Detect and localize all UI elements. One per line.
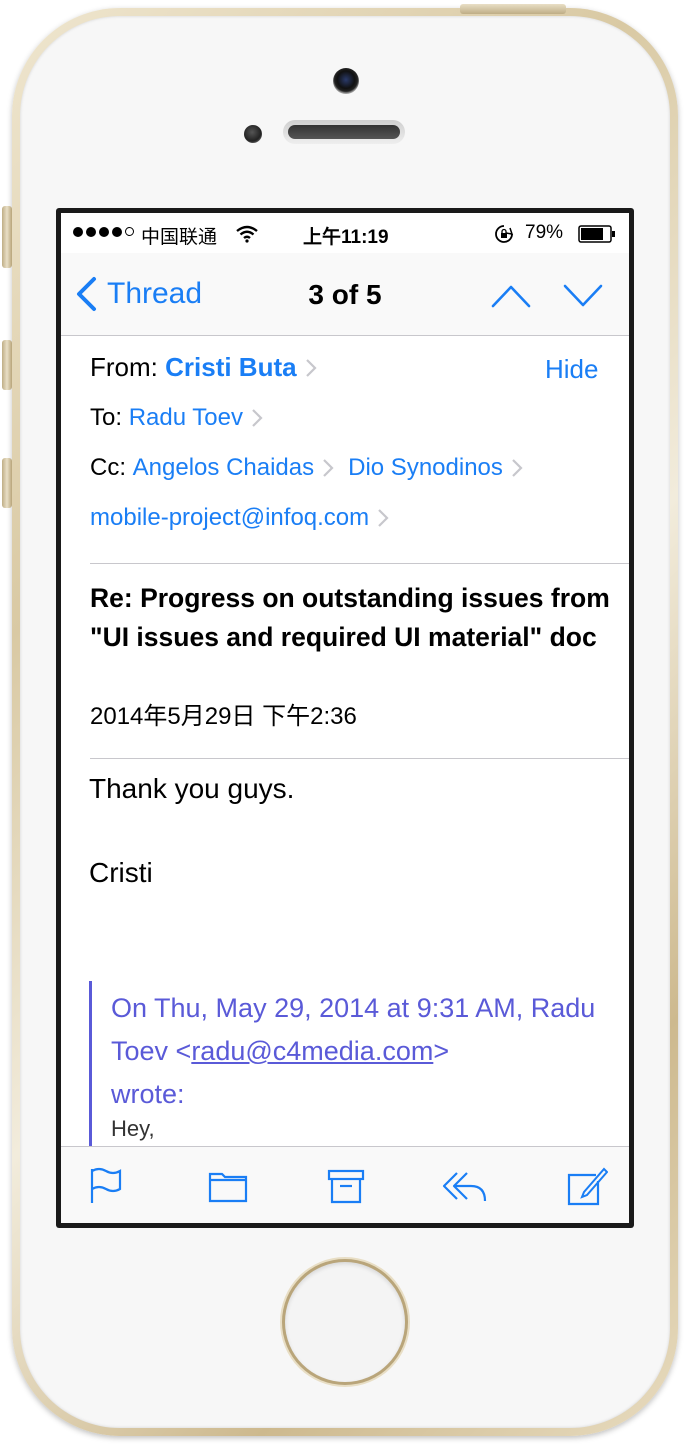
to-row: To: Radu Toev — [90, 404, 277, 432]
to-label: To: — [90, 404, 123, 431]
status-time: 上午11:19 — [303, 227, 389, 248]
cc-name: mobile-project@infoq.com — [90, 504, 370, 531]
volume-down-button — [2, 458, 12, 508]
carrier-name: 中国联通 — [141, 227, 218, 248]
hide-details-link[interactable]: Hide — [545, 354, 598, 385]
body-line: Cristi — [89, 857, 153, 888]
message-date: 2014年5月29日 下午2:36 — [90, 703, 357, 730]
power-button — [460, 4, 566, 14]
from-label: From: — [90, 352, 158, 382]
navigation-bar: Thread 3 of 5 — [61, 253, 629, 336]
volume-up-button — [2, 340, 12, 390]
front-camera — [333, 68, 359, 94]
screen-bezel: 中国联通 上午11:19 79% Thread 3 of 5 From: Cri… — [56, 208, 634, 1228]
header-divider — [90, 563, 629, 564]
cc-address[interactable]: Dio Synodinos — [348, 454, 537, 482]
from-address[interactable]: Cristi Buta — [165, 352, 330, 383]
quote-after-email: > — [433, 1036, 450, 1066]
battery-icon — [578, 225, 615, 243]
proximity-sensor — [244, 125, 262, 143]
cc-name: Dio Synodinos — [348, 454, 503, 481]
chevron-right-icon — [378, 509, 389, 527]
signal-strength-icon — [73, 227, 134, 237]
compose-icon[interactable] — [566, 1165, 608, 1207]
quoted-message: On Thu, May 29, 2014 at 9:31 AM, Radu To… — [89, 981, 609, 1146]
home-button[interactable] — [285, 1262, 405, 1382]
previous-message-button[interactable] — [491, 283, 531, 309]
cc-row-2: mobile-project@infoq.com — [90, 504, 403, 532]
mute-switch — [2, 206, 12, 268]
from-name: Cristi Buta — [165, 352, 297, 382]
quote-wrote: wrote: — [111, 1079, 185, 1109]
cc-name: Angelos Chaidas — [132, 454, 315, 481]
archive-icon[interactable] — [325, 1165, 367, 1207]
message-subject: Re: Progress on outstanding issues from … — [90, 583, 610, 652]
reply-icon[interactable] — [441, 1165, 489, 1207]
battery-percent: 79% — [525, 222, 564, 243]
chevron-right-icon — [252, 409, 263, 427]
cc-row: Cc: Angelos Chaidas Dio Synodinos — [90, 454, 537, 482]
rotation-lock-icon — [495, 225, 514, 243]
quote-attribution: On Thu, May 29, 2014 at 9:31 AM, Radu To… — [111, 987, 609, 1116]
message-content: From: Cristi Buta Hide To: Radu Toev Cc:… — [61, 336, 629, 1146]
chevron-right-icon — [512, 459, 523, 477]
wifi-icon — [236, 225, 258, 243]
next-message-button[interactable] — [563, 283, 603, 309]
quote-email-link[interactable]: radu@c4media.com — [191, 1036, 433, 1066]
to-name: Radu Toev — [128, 404, 243, 431]
status-bar: 中国联通 上午11:19 79% — [61, 213, 629, 253]
to-address[interactable]: Radu Toev — [129, 404, 277, 432]
chevron-right-icon — [323, 459, 334, 477]
flag-icon[interactable] — [86, 1165, 128, 1207]
from-row: From: Cristi Buta — [90, 352, 331, 383]
subject-divider — [90, 758, 629, 759]
folder-icon[interactable] — [207, 1165, 249, 1207]
earpiece-speaker — [283, 120, 405, 144]
cc-address[interactable]: mobile-project@infoq.com — [90, 504, 403, 532]
thread-position-title: 3 of 5 — [308, 279, 382, 310]
body-line: Thank you guys. — [89, 773, 295, 804]
chevron-right-icon — [305, 358, 317, 377]
quote-text: Hey, — [111, 1116, 155, 1141]
cc-label: Cc: — [90, 454, 126, 481]
cc-address[interactable]: Angelos Chaidas — [133, 454, 348, 482]
mail-screen: 中国联通 上午11:19 79% Thread 3 of 5 From: Cri… — [61, 213, 629, 1223]
bottom-toolbar — [61, 1146, 629, 1223]
